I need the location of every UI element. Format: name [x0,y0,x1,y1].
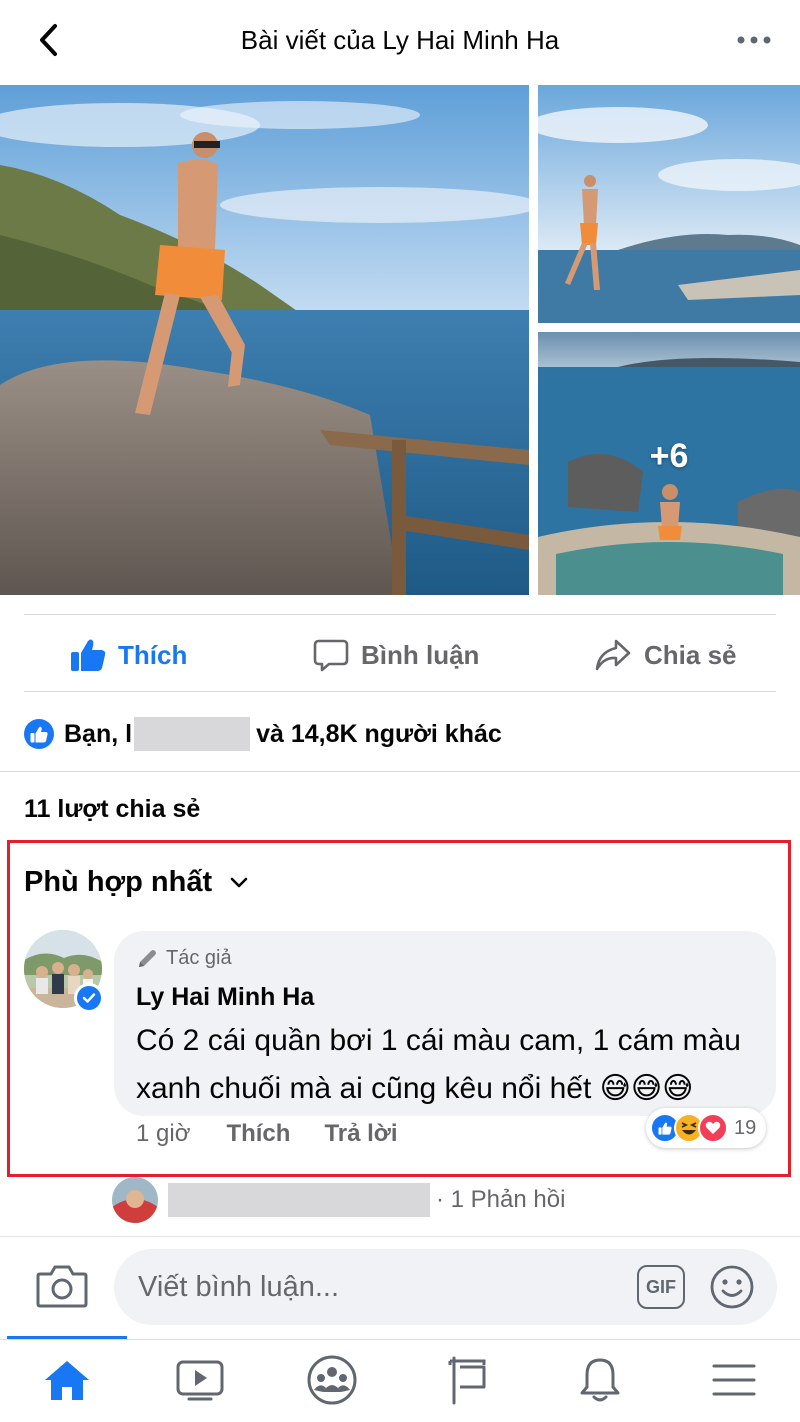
tab-menu[interactable] [704,1350,764,1410]
comment-text: Có 2 cái quần bơi 1 cái màu cam, 1 cám m… [136,1024,741,1105]
smiley-icon [710,1265,754,1309]
comment-like-button[interactable]: Thích [226,1120,290,1148]
share-button[interactable]: Chia sẻ [594,620,737,690]
comment-meta: 1 giờ Thích Trả lời [136,1120,432,1148]
post-photo-3[interactable]: +6 [538,332,800,595]
page-title: Bài viết của Ly Hai Minh Ha [240,24,560,55]
reaction-count: 19 [734,1116,757,1139]
comment-bubble-icon [313,639,349,672]
comment-label: Bình luận [361,639,480,670]
bell-icon [580,1358,620,1402]
chevron-left-icon [40,24,57,56]
share-arrow-icon [595,639,631,671]
verified-badge-icon [74,983,104,1013]
comment-author-name[interactable]: Ly Hai Minh Ha [136,983,314,1012]
pen-icon [139,949,156,967]
comment-input[interactable]: Viết bình luận... GIF [114,1249,777,1325]
view-replies-link[interactable]: · 1 Phản hồi [112,1177,565,1223]
reaction-summary[interactable]: Bạn, l và 14,8K người khác [24,714,502,754]
tab-home[interactable] [37,1350,97,1410]
hamburger-menu-icon [712,1364,756,1396]
comment-timestamp[interactable]: 1 giờ [136,1120,190,1148]
comment-sort-label: Phù hợp nhất [24,866,213,898]
tab-pages[interactable] [438,1350,498,1410]
like-button[interactable]: Thích [70,620,187,690]
more-dots-icon [737,36,771,44]
divider [0,771,800,772]
reply-avatar [112,1177,158,1223]
comment-button[interactable]: Bình luận [313,620,479,690]
comment-bubble[interactable]: Tác giả Ly Hai Minh Ha Có 2 cái quần bơi… [114,931,776,1116]
divider [24,614,776,615]
comment-sort-dropdown[interactable]: Phù hợp nhất [24,866,248,899]
camera-button[interactable] [36,1262,88,1310]
reply-count-label: · 1 Phản hồi [436,1186,566,1213]
emoji-button[interactable] [709,1264,755,1310]
post-action-bar: Thích Bình luận Chia sẻ [0,620,800,690]
like-label: Thích [118,639,188,670]
author-tag-label: Tác giả [166,947,232,969]
home-icon [45,1361,89,1400]
photo-grid: +6 [0,85,800,595]
gif-button[interactable]: GIF [637,1265,685,1309]
comment-reactions[interactable]: 19 [646,1108,767,1148]
tab-notifications[interactable] [570,1350,630,1410]
love-icon [698,1113,728,1143]
reaction-summary-suffix: và 14,8K người khác [256,719,502,748]
groups-icon [307,1355,357,1405]
divider [0,1236,800,1237]
reaction-summary-prefix: Bạn, l [64,719,133,748]
more-options-button[interactable] [732,22,776,58]
post-photo-2[interactable] [538,85,800,323]
bottom-tab-bar [0,1340,800,1422]
more-photos-count: +6 [649,437,689,475]
video-play-icon [176,1360,224,1401]
share-label: Chia sẻ [644,639,737,670]
chevron-down-icon [230,877,248,887]
camera-icon [36,1265,88,1308]
redacted-name [168,1183,430,1217]
tab-groups[interactable] [302,1350,362,1410]
comment-reply-button[interactable]: Trả lời [324,1120,397,1148]
flag-icon [448,1356,486,1405]
redacted-name [134,717,251,751]
thumbs-up-icon [71,639,106,671]
like-badge-icon [24,719,54,749]
top-bar: Bài viết của Ly Hai Minh Ha [0,0,800,80]
comment-input-placeholder: Viết bình luận... [138,1270,340,1303]
back-button[interactable] [28,20,68,60]
tab-watch[interactable] [170,1350,230,1410]
divider [24,691,776,692]
author-tag: Tác giả [136,947,232,970]
post-photo-main[interactable] [0,85,529,595]
share-count[interactable]: 11 lượt chia sẻ [24,795,200,824]
